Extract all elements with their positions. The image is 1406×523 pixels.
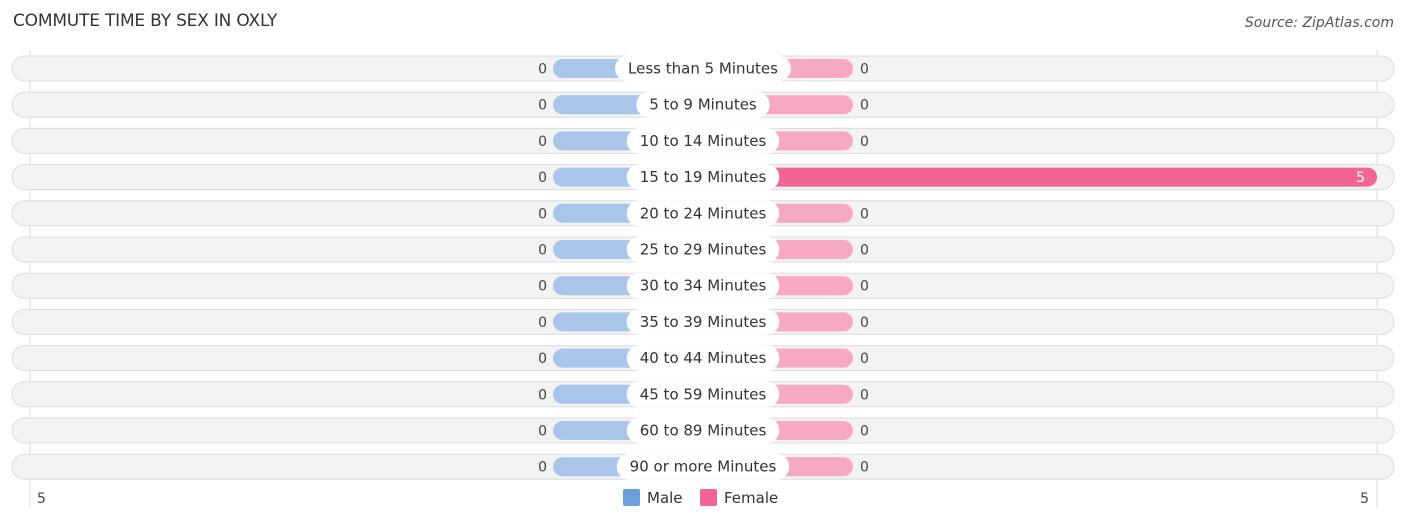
category-label: 30 to 34 Minutes [640, 277, 767, 295]
category-label: 45 to 59 Minutes [640, 385, 767, 403]
female-value-label: 0 [860, 134, 869, 150]
category-label: Less than 5 Minutes [628, 60, 778, 78]
category-label: 90 or more Minutes [630, 458, 777, 476]
female-value-label: 0 [860, 98, 869, 114]
category-label: 60 to 89 Minutes [640, 422, 767, 440]
category-label: 15 to 19 Minutes [640, 168, 767, 186]
male-value-label: 0 [538, 279, 547, 295]
category-label: 35 to 39 Minutes [640, 313, 767, 331]
female-value-label: 0 [860, 387, 869, 403]
female-value-label: 0 [860, 460, 869, 476]
male-value-label: 0 [538, 351, 547, 367]
male-value-label: 0 [538, 98, 547, 114]
category-label: 10 to 14 Minutes [640, 132, 767, 150]
male-value-label: 0 [538, 134, 547, 150]
category-label: 20 to 24 Minutes [640, 204, 767, 222]
female-value-label: 0 [860, 351, 869, 367]
female-value-label: 0 [860, 279, 869, 295]
female-value-label: 0 [860, 206, 869, 222]
female-value-label: 0 [860, 424, 869, 440]
male-value-label: 0 [538, 243, 547, 259]
chart-canvas: Less than 5 Minutes 0 0 5 to 9 Minutes 0 0 10 … [11, 50, 1395, 508]
axis-tick-left: 5 [37, 491, 46, 507]
legend-swatch-male [623, 489, 640, 506]
female-value-label: 0 [860, 62, 869, 78]
female-value-label: 5 [1356, 170, 1365, 186]
male-value-label: 0 [538, 62, 547, 78]
male-value-label: 0 [538, 424, 547, 440]
female-bar [703, 167, 1377, 187]
category-label: 40 to 44 Minutes [640, 349, 767, 367]
male-value-label: 0 [538, 315, 547, 331]
axis-tick-right: 5 [1360, 491, 1369, 507]
legend-label-female: Female [724, 489, 778, 507]
category-label: 25 to 29 Minutes [640, 241, 767, 259]
male-value-label: 0 [538, 460, 547, 476]
category-label: 5 to 9 Minutes [649, 96, 757, 114]
legend-swatch-female [700, 489, 717, 506]
female-value-label: 0 [860, 315, 869, 331]
male-value-label: 0 [538, 387, 547, 403]
female-value-label: 0 [860, 243, 869, 259]
male-value-label: 0 [538, 170, 547, 186]
legend-label-male: Male [647, 489, 683, 507]
male-value-label: 0 [538, 206, 547, 222]
